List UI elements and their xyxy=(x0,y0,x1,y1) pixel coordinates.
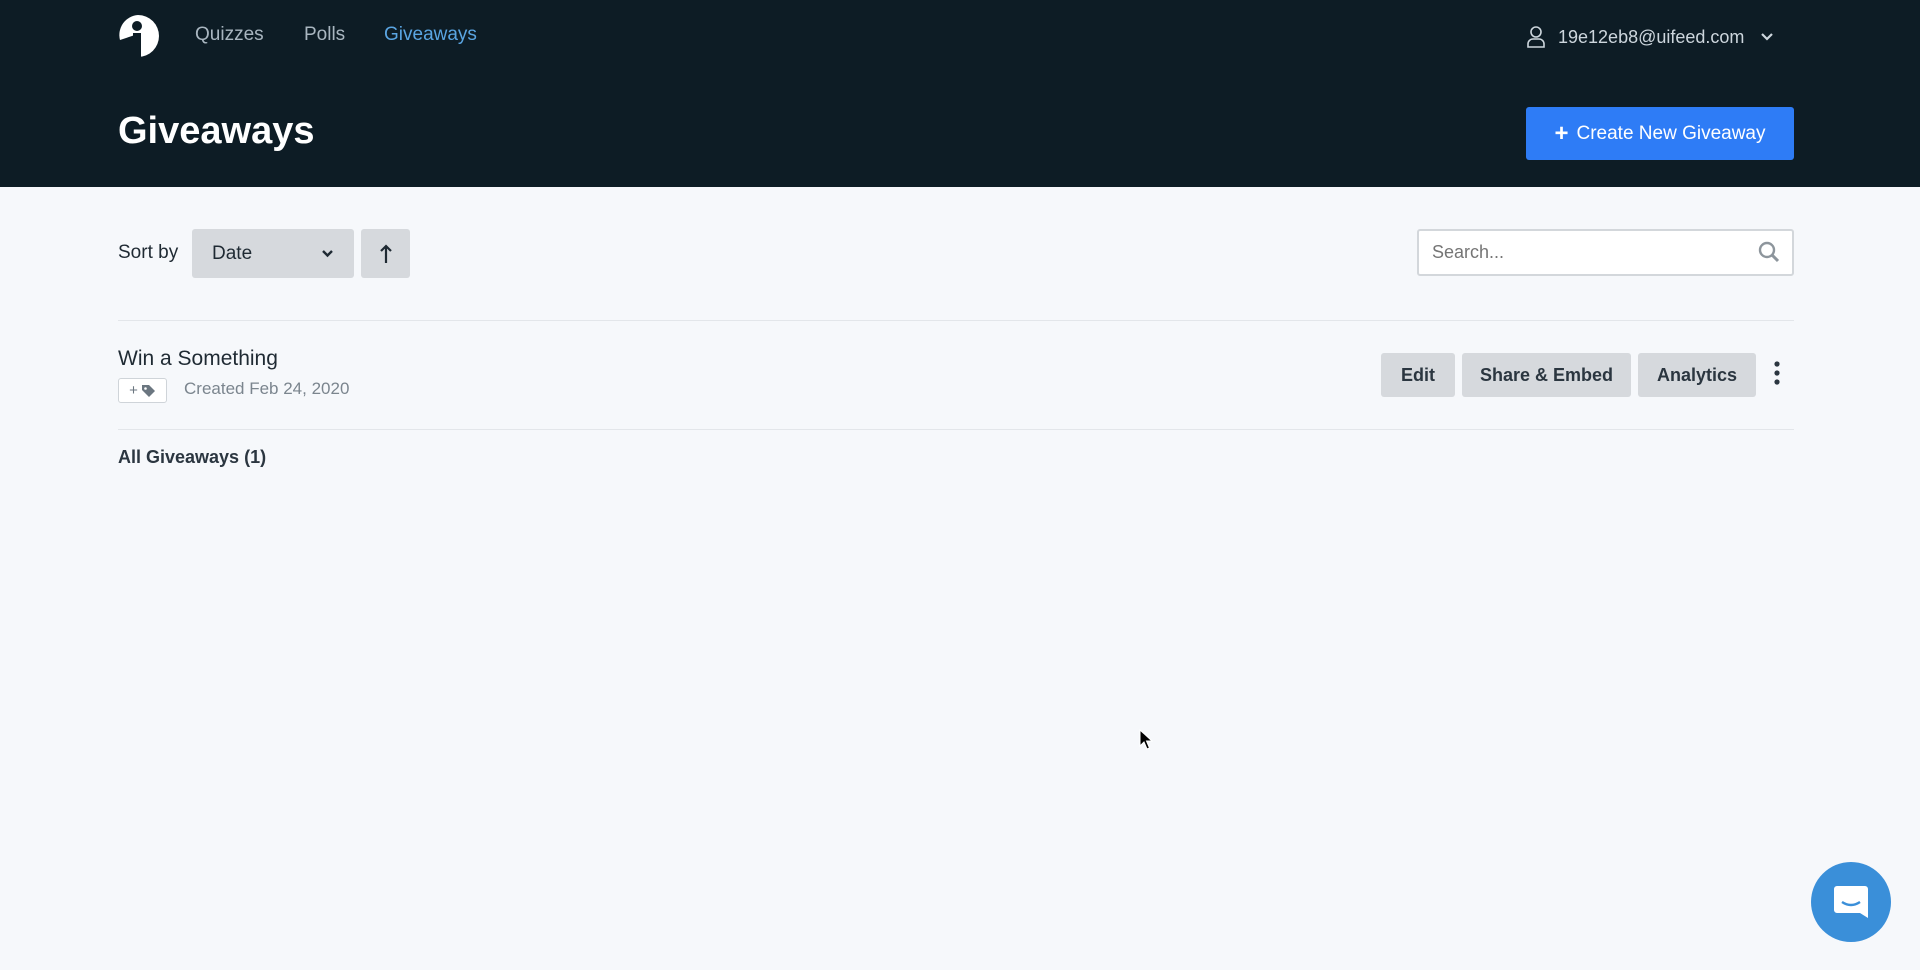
giveaway-count: All Giveaways (1) xyxy=(118,447,267,467)
user-icon xyxy=(1527,26,1545,48)
divider xyxy=(118,320,1794,321)
plus-icon: + xyxy=(1554,119,1569,147)
search-input[interactable] xyxy=(1419,231,1739,274)
sort-value: Date xyxy=(212,242,253,264)
top-header: Quizzes Polls Giveaways 19e12eb8@uifeed.… xyxy=(0,0,1920,187)
share-embed-button[interactable]: Share & Embed xyxy=(1462,353,1631,397)
create-giveaway-label: Create New Giveaway xyxy=(1576,122,1766,144)
user-email: 19e12eb8@uifeed.com xyxy=(1558,26,1745,47)
add-tag-button[interactable]: + xyxy=(118,378,167,403)
analytics-button[interactable]: Analytics xyxy=(1638,353,1756,397)
arrow-up-icon xyxy=(379,243,392,263)
giveaway-title[interactable]: Win a Something xyxy=(118,347,278,371)
edit-button[interactable]: Edit xyxy=(1381,353,1455,397)
chat-launcher-button[interactable] xyxy=(1811,862,1891,942)
tag-icon xyxy=(141,384,155,397)
created-date: Created Feb 24, 2020 xyxy=(184,379,350,398)
nav-quizzes[interactable]: Quizzes xyxy=(195,24,264,46)
mouse-cursor-icon xyxy=(1139,729,1153,750)
add-tag-plus: + xyxy=(129,382,138,399)
sort-select[interactable]: Date xyxy=(192,229,354,278)
sort-direction-button[interactable] xyxy=(361,229,410,278)
more-options-icon[interactable] xyxy=(1772,361,1782,385)
nav-polls[interactable]: Polls xyxy=(304,24,345,46)
logo-icon[interactable] xyxy=(118,14,160,58)
chevron-down-icon xyxy=(1761,33,1774,41)
divider xyxy=(118,429,1794,430)
search-icon[interactable] xyxy=(1758,241,1780,263)
sort-label: Sort by xyxy=(118,242,179,263)
create-giveaway-button[interactable]: + Create New Giveaway xyxy=(1526,107,1794,160)
user-menu[interactable]: 19e12eb8@uifeed.com xyxy=(1526,26,1774,48)
search-box[interactable] xyxy=(1417,229,1794,276)
nav-giveaways[interactable]: Giveaways xyxy=(384,24,477,46)
page-title: Giveaways xyxy=(118,110,315,152)
chevron-down-icon xyxy=(322,250,333,258)
chat-icon xyxy=(1834,886,1868,918)
